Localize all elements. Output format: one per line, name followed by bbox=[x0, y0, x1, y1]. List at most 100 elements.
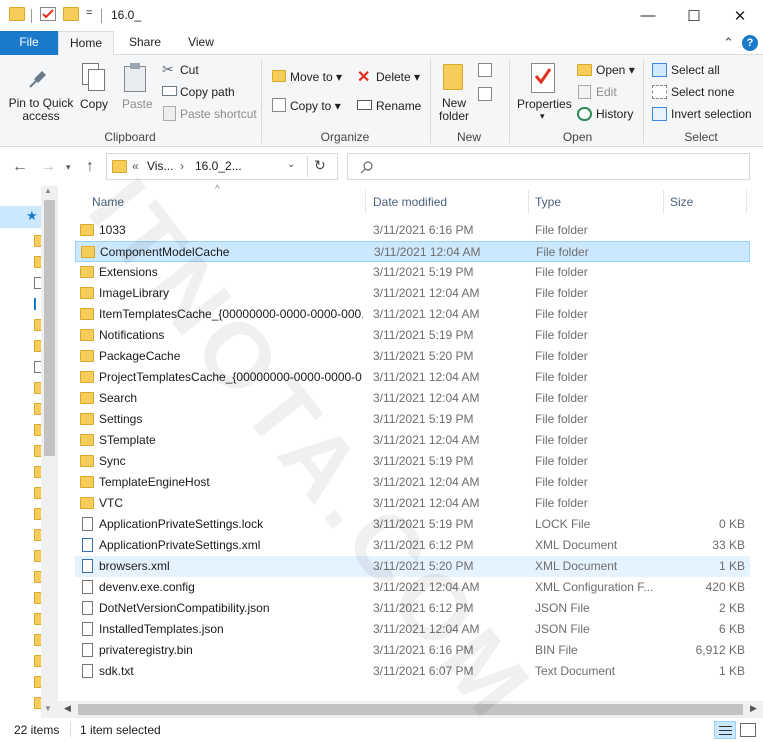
edit-button[interactable]: Edit bbox=[596, 85, 617, 99]
delete-button[interactable]: Delete ▾ bbox=[376, 70, 420, 84]
folder-icon bbox=[80, 287, 94, 299]
tab-home[interactable]: Home bbox=[58, 31, 114, 56]
folder-icon bbox=[80, 350, 94, 362]
invert-selection-button[interactable]: Invert selection bbox=[671, 107, 752, 121]
scroll-up-icon[interactable]: ▲ bbox=[44, 186, 52, 195]
config-file-icon bbox=[82, 580, 93, 594]
column-header-date[interactable]: Date modified bbox=[373, 195, 447, 209]
forward-arrow-icon[interactable]: → bbox=[40, 158, 56, 176]
window-title: 16.0_ bbox=[111, 8, 142, 22]
copy-path-button[interactable]: Copy path bbox=[180, 85, 235, 99]
copy-button[interactable]: Copy bbox=[80, 97, 108, 111]
paste-button[interactable]: Paste bbox=[122, 97, 153, 111]
xml-file-icon bbox=[82, 538, 93, 552]
recent-locations-icon[interactable]: ▾ bbox=[66, 162, 71, 173]
navigation-bar: ← → ▾ ↑ « Vis... › 16.0_2... ⌄ ↻ bbox=[0, 148, 763, 186]
rename-icon bbox=[357, 100, 372, 110]
file-type: LOCK File bbox=[535, 517, 591, 531]
cut-button[interactable]: Cut bbox=[180, 63, 199, 77]
sort-ascending-icon: ^ bbox=[215, 184, 220, 195]
minimize-button[interactable]: — bbox=[625, 0, 671, 31]
file-date: 3/11/2021 5:20 PM bbox=[373, 349, 474, 363]
folder-row[interactable]: TemplateEngineHost 3/11/2021 12:04 AM File… bbox=[75, 472, 750, 493]
customize-quick-access-icon[interactable]: = bbox=[86, 7, 92, 19]
close-button[interactable]: ✕ bbox=[717, 0, 763, 31]
scissors-icon: ✂ bbox=[162, 61, 174, 77]
back-arrow-icon[interactable]: ← bbox=[12, 158, 28, 176]
details-view-icon[interactable] bbox=[714, 721, 736, 739]
scroll-right-icon[interactable]: ▶ bbox=[750, 703, 757, 714]
select-all-button[interactable]: Select all bbox=[671, 63, 720, 77]
divider[interactable] bbox=[663, 190, 664, 214]
scrollbar-thumb[interactable] bbox=[44, 200, 55, 456]
file-type: File folder bbox=[536, 245, 589, 259]
file-size: 2 KB bbox=[718, 601, 745, 615]
file-type: File folder bbox=[535, 286, 588, 300]
large-icons-view-icon[interactable] bbox=[740, 723, 756, 737]
maximize-button[interactable]: ☐ bbox=[671, 0, 717, 31]
divider[interactable] bbox=[365, 190, 366, 214]
paste-shortcut-icon bbox=[163, 106, 176, 121]
select-none-button[interactable]: Select none bbox=[671, 85, 734, 99]
column-header-type[interactable]: Type bbox=[535, 195, 561, 209]
file-date: 3/11/2021 12:04 AM bbox=[373, 370, 480, 384]
delete-label: Delete bbox=[376, 70, 411, 84]
pin-quick-access-button[interactable]: Pin to Quick access bbox=[6, 97, 76, 123]
search-icon bbox=[360, 161, 373, 174]
file-size: 420 KB bbox=[705, 580, 745, 594]
file-date: 3/11/2021 5:19 PM bbox=[373, 412, 474, 426]
horizontal-scrollbar[interactable]: ◀ ▶ bbox=[58, 701, 763, 718]
file-type: XML Document bbox=[535, 538, 618, 552]
folder-row[interactable]: Sync 3/11/2021 5:19 PM File folder bbox=[75, 451, 750, 472]
file-name: sdk.txt bbox=[99, 664, 134, 678]
folder-icon bbox=[80, 308, 94, 320]
divider[interactable] bbox=[746, 190, 747, 214]
scroll-down-icon[interactable]: ▼ bbox=[44, 704, 52, 713]
tab-file[interactable]: File bbox=[0, 31, 58, 55]
folder-row[interactable]: Settings 3/11/2021 5:19 PM File folder bbox=[75, 409, 750, 430]
folder-row[interactable]: ProjectTemplatesCache_{00000000-0000-000… bbox=[75, 367, 750, 388]
breadcrumb-separator-icon[interactable]: › bbox=[180, 159, 184, 173]
history-button[interactable]: History bbox=[596, 107, 633, 121]
easy-access-icon[interactable] bbox=[478, 87, 492, 101]
properties-button[interactable]: Properties bbox=[517, 97, 572, 111]
chevron-down-icon[interactable]: ⌄ bbox=[287, 159, 295, 170]
scrollbar-thumb[interactable] bbox=[78, 704, 743, 715]
divider[interactable] bbox=[528, 190, 529, 214]
rename-button[interactable]: Rename bbox=[376, 99, 421, 113]
new-item-icon[interactable] bbox=[478, 63, 492, 77]
file-type: XML Document bbox=[535, 559, 618, 573]
file-icon bbox=[82, 643, 93, 657]
copy-to-button[interactable]: Copy to ▾ bbox=[290, 99, 341, 113]
text-file-icon bbox=[82, 664, 93, 678]
move-to-button[interactable]: Move to ▾ bbox=[290, 70, 342, 84]
up-arrow-icon[interactable]: ↑ bbox=[86, 158, 94, 176]
item-count: 22 items bbox=[14, 723, 60, 737]
folder-icon bbox=[80, 434, 94, 446]
open-button[interactable]: Open ▾ bbox=[596, 63, 635, 77]
column-header-size[interactable]: Size bbox=[670, 195, 693, 209]
folder-icon bbox=[80, 413, 94, 425]
chevron-down-icon[interactable]: ▾ bbox=[540, 111, 545, 122]
new-folder-icon[interactable] bbox=[63, 7, 79, 21]
navigation-pane-scrollbar[interactable]: ▲ ▼ bbox=[41, 186, 58, 718]
divider bbox=[70, 722, 71, 737]
scroll-left-icon[interactable]: ◀ bbox=[64, 703, 71, 714]
refresh-icon[interactable]: ↻ bbox=[314, 157, 326, 174]
nav-item-quick-access[interactable]: ★ bbox=[0, 206, 41, 228]
help-icon[interactable]: ? bbox=[742, 35, 758, 51]
chevron-up-icon[interactable]: ⌃ bbox=[723, 35, 734, 51]
search-input[interactable] bbox=[347, 153, 750, 180]
copy-icon bbox=[82, 63, 106, 93]
file-type: File folder bbox=[535, 475, 588, 489]
new-folder-button[interactable]: New folder bbox=[436, 97, 472, 123]
properties-icon[interactable] bbox=[40, 7, 56, 21]
file-icon bbox=[82, 517, 93, 531]
folder-icon bbox=[80, 392, 94, 404]
tab-share[interactable]: Share bbox=[118, 31, 172, 55]
tab-view[interactable]: View bbox=[174, 31, 228, 55]
folder-row[interactable]: STemplate 3/11/2021 12:04 AM File folder bbox=[75, 430, 750, 451]
paste-shortcut-button[interactable]: Paste shortcut bbox=[180, 107, 257, 121]
breadcrumb-item[interactable]: 16.0_2... bbox=[195, 159, 242, 173]
folder-row[interactable]: Search 3/11/2021 12:04 AM File folder bbox=[75, 388, 750, 409]
